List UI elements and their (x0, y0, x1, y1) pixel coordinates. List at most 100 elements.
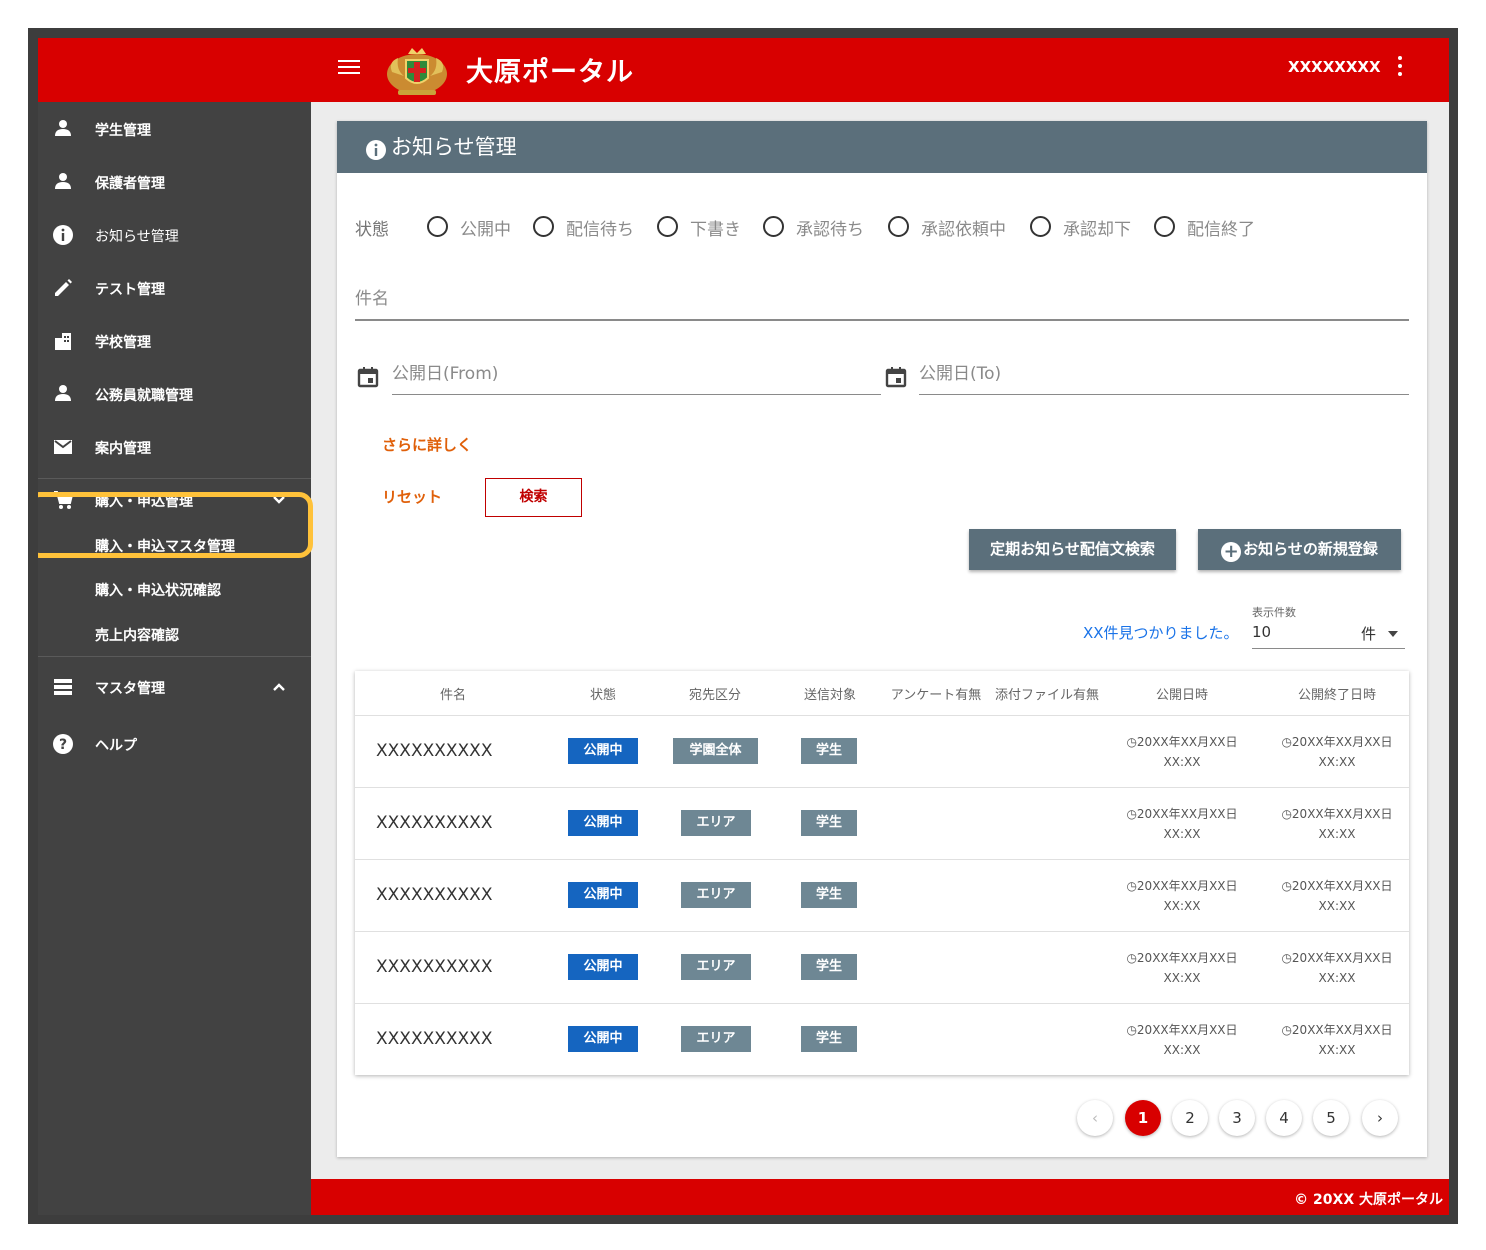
page-button-2[interactable]: 2 (1172, 1100, 1208, 1136)
end-time: XX:XX (1318, 1043, 1356, 1057)
end-datetime: ◷20XX年XX月XX日 XX:XX (1262, 1020, 1412, 1060)
sidebar: 学生管理 保護者管理 お知らせ管理 テスト管理 学校管理 公務員就職管理 案内管… (38, 102, 311, 1215)
end-time: XX:XX (1318, 827, 1356, 841)
more-vert-icon[interactable] (1394, 56, 1406, 80)
sidebar-item-label: 学校管理 (95, 335, 151, 351)
sidebar-item-students[interactable]: 学生管理 (38, 110, 311, 150)
sidebar-item-help[interactable]: ? ヘルプ (38, 725, 311, 765)
column-header-destination: 宛先区分 (688, 688, 741, 703)
page-title: お知らせ管理 (391, 135, 517, 159)
sidebar-subitem-label: 売上内容確認 (95, 628, 179, 644)
table-row[interactable]: XXXXXXXXXX 公開中 エリア 学生 ◷20XX年XX月XX日 XX:XX … (355, 787, 1409, 859)
publish-datetime: ◷20XX年XX月XX日 XX:XX (1107, 732, 1257, 772)
publish-date: ◷20XX年XX月XX日 (1126, 879, 1238, 893)
sidebar-item-schools[interactable]: 学校管理 (38, 322, 311, 362)
person-icon (55, 120, 71, 136)
sidebar-item-notices[interactable]: お知らせ管理 (38, 216, 311, 256)
target-badge: 学生 (801, 882, 857, 908)
sidebar-item-guardians[interactable]: 保護者管理 (38, 163, 311, 203)
column-header-survey: アンケート有無 (890, 688, 982, 703)
user-name[interactable]: XXXXXXXX (1288, 58, 1381, 76)
radio-label: 公開中 (460, 220, 511, 240)
column-header-end-date: 公開終了日時 (1297, 688, 1376, 703)
row-subject: XXXXXXXXXX (376, 885, 493, 905)
sidebar-item-label: お知らせ管理 (95, 229, 179, 245)
sidebar-divider (38, 478, 311, 479)
hamburger-menu-icon[interactable] (338, 60, 360, 78)
status-badge: 公開中 (568, 810, 638, 836)
publish-time: XX:XX (1163, 899, 1201, 913)
table-row[interactable]: XXXXXXXXXX 公開中 エリア 学生 ◷20XX年XX月XX日 XX:XX … (355, 931, 1409, 1003)
publish-datetime: ◷20XX年XX月XX日 XX:XX (1107, 948, 1257, 988)
date-from-placeholder: 公開日(From) (392, 364, 499, 384)
date-to-input[interactable]: 公開日(To) (919, 353, 1409, 395)
target-badge: 学生 (801, 954, 857, 980)
status-badge: 公開中 (568, 738, 638, 764)
sidebar-subitem-purchase-status[interactable]: 購入・申込状況確認 (38, 572, 311, 606)
page-button-4[interactable]: 4 (1266, 1100, 1302, 1136)
table-row[interactable]: XXXXXXXXXX 公開中 学園全体 学生 ◷20XX年XX月XX日 XX:XX… (355, 715, 1409, 787)
dropdown-arrow-icon (1388, 631, 1398, 637)
end-datetime: ◷20XX年XX月XX日 XX:XX (1262, 948, 1412, 988)
column-header-subject: 件名 (439, 688, 466, 703)
info-icon (366, 140, 386, 160)
column-header-attachment: 添付ファイル有無 (994, 688, 1099, 703)
search-button[interactable]: 検索 (485, 478, 582, 517)
per-page-select[interactable]: 10 件 (1252, 619, 1405, 649)
radio-circle (888, 216, 909, 237)
status-badge: 公開中 (568, 954, 638, 980)
prev-page-button[interactable]: ‹ (1077, 1100, 1113, 1136)
sidebar-item-civil-service[interactable]: 公務員就職管理 (38, 375, 311, 415)
subject-input[interactable]: 件名 (355, 279, 1409, 321)
new-notice-label: お知らせの新規登録 (1243, 540, 1378, 558)
more-options-link[interactable]: さらに詳しく (382, 434, 472, 455)
periodic-notice-search-button[interactable]: 定期お知らせ配信文検索 (969, 529, 1176, 570)
end-datetime: ◷20XX年XX月XX日 XX:XX (1262, 732, 1412, 772)
sidebar-item-tests[interactable]: テスト管理 (38, 269, 311, 309)
next-page-button[interactable]: › (1362, 1100, 1398, 1136)
date-from-input[interactable]: 公開日(From) (392, 353, 881, 395)
end-datetime: ◷20XX年XX月XX日 XX:XX (1262, 876, 1412, 916)
crest-logo-icon (387, 48, 447, 95)
end-date: ◷20XX年XX月XX日 (1281, 1023, 1393, 1037)
calendar-icon[interactable] (885, 366, 907, 388)
page-button-3[interactable]: 3 (1219, 1100, 1255, 1136)
sidebar-item-label: テスト管理 (95, 282, 165, 298)
radio-circle (1030, 216, 1051, 237)
copyright-text: © 20XX 大原ポータル (1294, 1192, 1443, 1208)
sidebar-item-label: マスタ管理 (95, 681, 165, 697)
end-time: XX:XX (1318, 971, 1356, 985)
status-filter-label: 状態 (355, 220, 389, 240)
sidebar-item-label: 案内管理 (95, 441, 151, 457)
end-date: ◷20XX年XX月XX日 (1281, 807, 1393, 821)
radio-label: 配信待ち (566, 220, 634, 240)
footer: © 20XX 大原ポータル (311, 1179, 1449, 1215)
radio-circle (763, 216, 784, 237)
per-page-label: 表示件数 (1252, 606, 1296, 619)
per-page-value: 10 (1252, 623, 1272, 641)
radio-circle (657, 216, 678, 237)
page-button-5[interactable]: 5 (1313, 1100, 1349, 1136)
results-count: XX件見つかりました。 (1083, 624, 1239, 642)
target-badge: 学生 (801, 1026, 857, 1052)
highlight-box (38, 492, 313, 558)
row-subject: XXXXXXXXXX (376, 741, 493, 761)
radio-label: 承認却下 (1063, 220, 1131, 240)
calendar-icon[interactable] (357, 366, 379, 388)
info-icon (53, 225, 73, 245)
new-notice-button[interactable]: + お知らせの新規登録 (1198, 529, 1401, 570)
sidebar-item-master[interactable]: マスタ管理 (38, 668, 311, 708)
column-header-target: 送信対象 (803, 688, 856, 703)
reset-link[interactable]: リセット (382, 486, 442, 507)
publish-date: ◷20XX年XX月XX日 (1126, 807, 1238, 821)
page-button-1[interactable]: 1 (1125, 1100, 1161, 1136)
destination-badge: エリア (681, 1026, 751, 1052)
publish-time: XX:XX (1163, 1043, 1201, 1057)
table-row[interactable]: XXXXXXXXXX 公開中 エリア 学生 ◷20XX年XX月XX日 XX:XX … (355, 1003, 1409, 1075)
end-date: ◷20XX年XX月XX日 (1281, 879, 1393, 893)
row-subject: XXXXXXXXXX (376, 1029, 493, 1049)
sidebar-subitem-sales[interactable]: 売上内容確認 (38, 617, 311, 651)
radio-label: 承認待ち (796, 220, 864, 240)
sidebar-item-guides[interactable]: 案内管理 (38, 428, 311, 468)
table-row[interactable]: XXXXXXXXXX 公開中 エリア 学生 ◷20XX年XX月XX日 XX:XX … (355, 859, 1409, 931)
